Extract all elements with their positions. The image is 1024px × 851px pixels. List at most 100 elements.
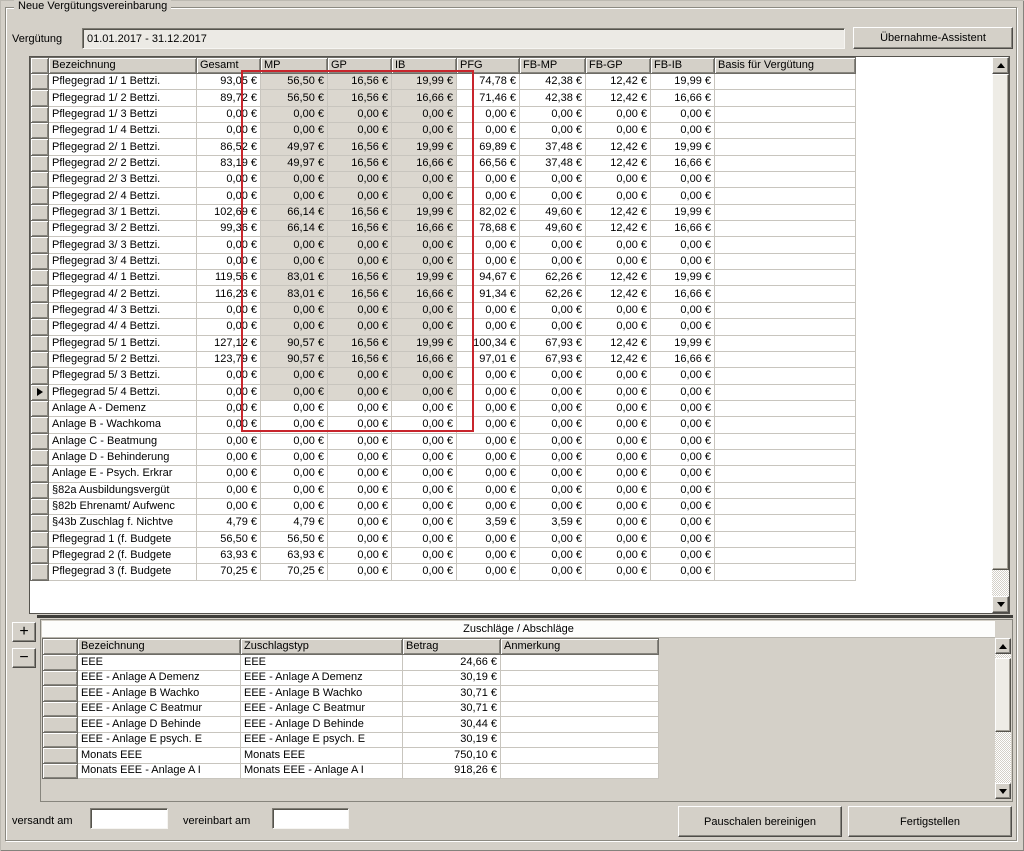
cell[interactable]: 0,00 € xyxy=(328,302,392,318)
cell[interactable]: Pflegegrad 3/ 2 Bettzi. xyxy=(49,221,197,237)
row-selector[interactable] xyxy=(31,253,49,269)
cell[interactable]: 0,00 € xyxy=(457,498,520,514)
cell[interactable]: 0,00 € xyxy=(520,384,586,400)
cell[interactable]: 0,00 € xyxy=(520,449,586,465)
cell[interactable]: 0,00 € xyxy=(197,106,261,122)
cell[interactable]: 0,00 € xyxy=(261,449,328,465)
cell[interactable]: 67,93 € xyxy=(520,335,586,351)
cell[interactable] xyxy=(715,466,856,482)
row-selector[interactable] xyxy=(31,400,49,416)
cell[interactable]: 100,34 € xyxy=(457,335,520,351)
cell[interactable]: 0,00 € xyxy=(197,188,261,204)
cell[interactable] xyxy=(715,139,856,155)
row-selector[interactable] xyxy=(31,482,49,498)
cell[interactable]: EEE - Anlage D Behinde xyxy=(78,717,241,733)
row-selector[interactable] xyxy=(31,139,49,155)
cell[interactable]: 0,00 € xyxy=(328,564,392,580)
cell[interactable]: 37,48 € xyxy=(520,139,586,155)
row-selector[interactable] xyxy=(31,433,49,449)
cell[interactable] xyxy=(715,74,856,90)
cell[interactable]: 83,01 € xyxy=(261,286,328,302)
add-row-button[interactable]: + xyxy=(12,622,36,642)
column-header[interactable]: Zuschlagstyp xyxy=(241,639,403,655)
cell[interactable]: 0,00 € xyxy=(392,449,457,465)
cell[interactable]: 0,00 € xyxy=(392,400,457,416)
cell[interactable]: 0,00 € xyxy=(586,106,651,122)
cell[interactable]: 16,56 € xyxy=(328,90,392,106)
cell[interactable]: 63,93 € xyxy=(261,547,328,563)
row-selector[interactable] xyxy=(31,498,49,514)
cell[interactable]: 0,00 € xyxy=(261,433,328,449)
cell[interactable]: 0,00 € xyxy=(586,384,651,400)
panel-splitter[interactable] xyxy=(37,615,1013,618)
cell[interactable]: 0,00 € xyxy=(457,531,520,547)
cell[interactable]: 19,99 € xyxy=(651,204,715,220)
cell[interactable]: 0,00 € xyxy=(457,253,520,269)
cell[interactable]: 0,00 € xyxy=(328,384,392,400)
lower-scroll-down-button[interactable] xyxy=(995,783,1011,799)
cell[interactable]: 16,66 € xyxy=(651,286,715,302)
cell[interactable]: 0,00 € xyxy=(261,188,328,204)
cell[interactable]: 12,42 € xyxy=(586,139,651,155)
cell[interactable]: 90,57 € xyxy=(261,335,328,351)
cell[interactable]: 0,00 € xyxy=(261,123,328,139)
cell[interactable]: Anlage E - Psych. Erkrar xyxy=(49,466,197,482)
cell[interactable]: 49,97 € xyxy=(261,155,328,171)
row-selector[interactable] xyxy=(31,449,49,465)
cell[interactable]: §82a Ausbildungsvergüt xyxy=(49,482,197,498)
cell[interactable]: 16,56 € xyxy=(328,286,392,302)
cell[interactable]: Pflegegrad 1/ 3 Bettzi xyxy=(49,106,197,122)
cell[interactable]: 123,79 € xyxy=(197,351,261,367)
cell[interactable]: 0,00 € xyxy=(197,433,261,449)
cell[interactable] xyxy=(715,351,856,367)
row-selector[interactable] xyxy=(31,286,49,302)
cell[interactable]: Pflegegrad 3/ 3 Bettzi. xyxy=(49,237,197,253)
cell[interactable]: 0,00 € xyxy=(520,531,586,547)
cell[interactable]: 0,00 € xyxy=(586,564,651,580)
cell[interactable] xyxy=(715,482,856,498)
cell[interactable]: Pflegegrad 4/ 2 Bettzi. xyxy=(49,286,197,302)
cell[interactable]: 0,00 € xyxy=(520,123,586,139)
cell[interactable]: 16,66 € xyxy=(651,90,715,106)
cell[interactable]: 90,57 € xyxy=(261,351,328,367)
cell[interactable]: 66,56 € xyxy=(457,155,520,171)
cell[interactable]: §82b Ehrenamt/ Aufwenc xyxy=(49,498,197,514)
cell[interactable]: 0,00 € xyxy=(457,400,520,416)
row-selector[interactable] xyxy=(31,466,49,482)
cell[interactable]: 0,00 € xyxy=(651,106,715,122)
cell[interactable]: 0,00 € xyxy=(392,433,457,449)
cell[interactable]: 750,10 € xyxy=(403,748,501,764)
row-selector[interactable] xyxy=(31,155,49,171)
cell[interactable] xyxy=(715,564,856,580)
cell[interactable]: 12,42 € xyxy=(586,155,651,171)
cell[interactable]: 19,99 € xyxy=(392,74,457,90)
cell[interactable]: 0,00 € xyxy=(457,417,520,433)
cell[interactable]: 0,00 € xyxy=(457,237,520,253)
cell[interactable]: 0,00 € xyxy=(651,433,715,449)
cell[interactable]: 0,00 € xyxy=(392,417,457,433)
cell[interactable]: 0,00 € xyxy=(586,466,651,482)
cell[interactable]: 12,42 € xyxy=(586,74,651,90)
cell[interactable]: 0,00 € xyxy=(392,564,457,580)
cell[interactable]: 49,97 € xyxy=(261,139,328,155)
cell[interactable]: EEE - Anlage E psych. E xyxy=(78,732,241,748)
cell[interactable]: 30,71 € xyxy=(403,701,501,717)
cell[interactable]: Anlage A - Demenz xyxy=(49,400,197,416)
cell[interactable] xyxy=(715,449,856,465)
row-selector[interactable] xyxy=(31,547,49,563)
cell[interactable]: 0,00 € xyxy=(261,106,328,122)
cell[interactable]: 0,00 € xyxy=(586,498,651,514)
cell[interactable]: 0,00 € xyxy=(651,400,715,416)
cell[interactable] xyxy=(715,237,856,253)
cell[interactable] xyxy=(715,106,856,122)
cell[interactable]: 0,00 € xyxy=(197,449,261,465)
cell[interactable]: EEE - Anlage A Demenz xyxy=(241,670,403,686)
row-selector[interactable] xyxy=(31,384,49,400)
cell[interactable] xyxy=(501,732,659,748)
cell[interactable]: 0,00 € xyxy=(586,237,651,253)
cell[interactable] xyxy=(715,204,856,220)
cell[interactable] xyxy=(715,515,856,531)
column-header[interactable]: Bezeichnung xyxy=(78,639,241,655)
cell[interactable]: 56,50 € xyxy=(197,531,261,547)
cell[interactable]: 0,00 € xyxy=(261,253,328,269)
